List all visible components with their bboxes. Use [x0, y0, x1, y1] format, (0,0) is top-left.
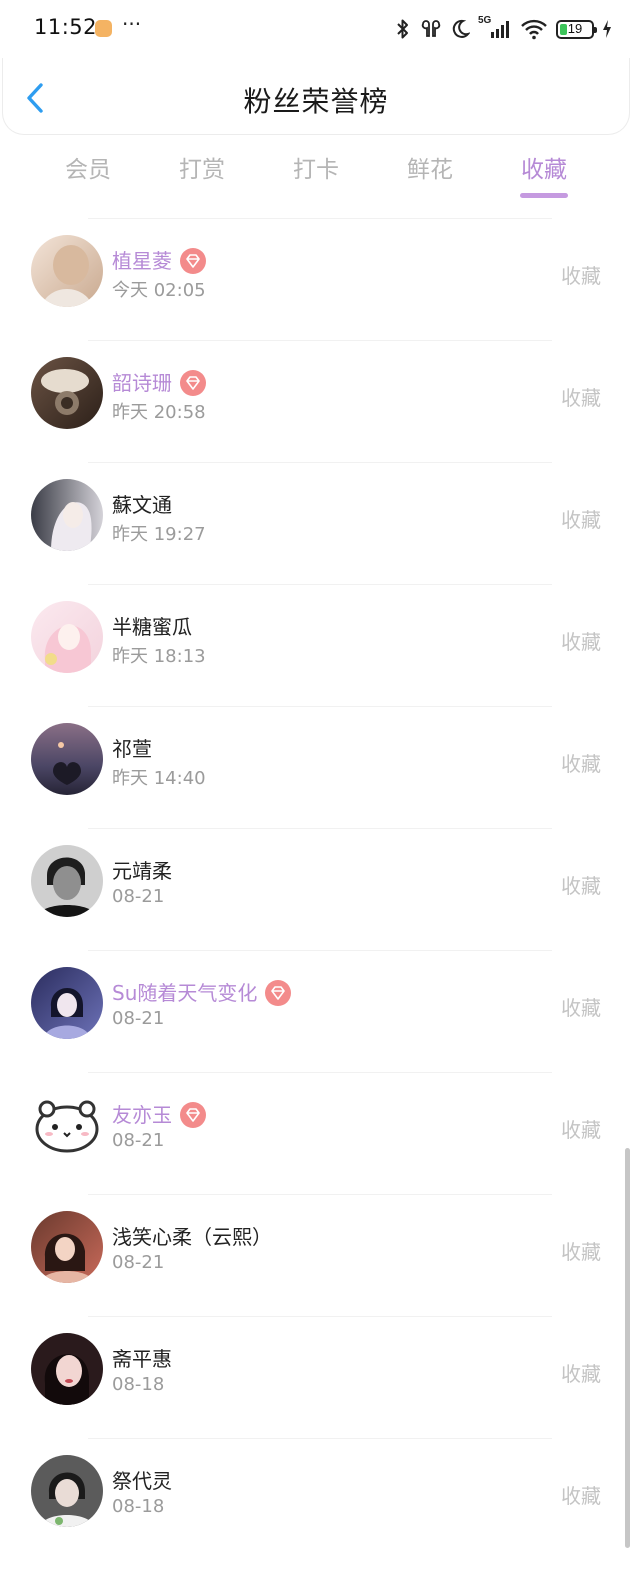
charging-icon — [603, 20, 611, 38]
list-item[interactable]: 浅笑心柔（云熙） 08-21 收藏 — [0, 1194, 640, 1316]
list-item[interactable]: 植星菱 今天 02:05 收藏 — [0, 218, 640, 340]
favorite-label: 收藏 — [561, 1240, 601, 1264]
favorite-label: 收藏 — [561, 264, 601, 288]
status-time: 11:52 — [34, 15, 98, 39]
list-item[interactable]: 蘇文通 昨天 19:27 收藏 — [0, 462, 640, 584]
favorite-time: 08-21 — [112, 1252, 165, 1273]
bluetooth-icon — [397, 19, 408, 39]
avatar[interactable] — [31, 723, 103, 795]
list-item[interactable]: Su随着天气变化 08-21 收藏 — [0, 950, 640, 1072]
favorite-time: 昨天 20:58 — [112, 402, 206, 423]
user-name[interactable]: 半糖蜜瓜 — [112, 611, 192, 640]
favorite-label: 收藏 — [561, 508, 601, 532]
fan-list: 植星菱 今天 02:05 收藏 韶诗珊 昨天 20:58 收藏 蘇文通 昨天 1… — [0, 218, 640, 1560]
user-name[interactable]: Su随着天气变化 — [112, 977, 292, 1006]
moon-icon — [452, 19, 470, 38]
active-tab-indicator — [520, 193, 568, 198]
signal-icon: 5G — [478, 15, 512, 40]
list-item[interactable]: 半糖蜜瓜 昨天 18:13 收藏 — [0, 584, 640, 706]
avatar[interactable] — [31, 1333, 103, 1405]
user-name[interactable]: 元靖柔 — [112, 855, 172, 884]
list-item[interactable]: 元靖柔 08-21 收藏 — [0, 828, 640, 950]
favorite-time: 今天 02:05 — [112, 280, 206, 301]
navigation-bar: 粉丝荣誉榜 — [2, 58, 630, 135]
favorite-time: 08-21 — [112, 1008, 165, 1029]
wifi-icon — [521, 19, 547, 40]
tab-favorites[interactable]: 收藏 — [494, 150, 594, 198]
vip-diamond-icon — [180, 247, 206, 274]
favorite-label: 收藏 — [561, 996, 601, 1020]
user-name[interactable]: 蘇文通 — [112, 489, 172, 518]
vip-diamond-icon — [180, 369, 206, 396]
tab-favorites-label: 收藏 — [521, 157, 567, 183]
favorite-time: 08-18 — [112, 1374, 165, 1395]
favorite-time: 昨天 14:40 — [112, 768, 206, 789]
tab-checkin[interactable]: 打卡 — [266, 150, 366, 184]
avatar[interactable] — [31, 845, 103, 917]
status-bar: 11:52 ··· 5G 19 — [0, 0, 640, 58]
avatar[interactable] — [31, 357, 103, 429]
avatar[interactable] — [31, 1455, 103, 1527]
list-item[interactable]: 斋平惠 08-18 收藏 — [0, 1316, 640, 1438]
earbuds-icon — [421, 20, 441, 37]
user-name[interactable]: 浅笑心柔（云熙） — [112, 1221, 272, 1250]
list-item[interactable]: 祁萱 昨天 14:40 收藏 — [0, 706, 640, 828]
tab-tip[interactable]: 打赏 — [152, 150, 252, 184]
avatar[interactable] — [31, 235, 103, 307]
list-item[interactable]: 韶诗珊 昨天 20:58 收藏 — [0, 340, 640, 462]
avatar[interactable] — [31, 967, 103, 1039]
favorite-label: 收藏 — [561, 630, 601, 654]
user-name[interactable]: 祭代灵 — [112, 1465, 172, 1494]
page-title: 粉丝荣誉榜 — [243, 85, 389, 118]
avatar[interactable] — [31, 479, 103, 551]
favorite-label: 收藏 — [561, 874, 601, 898]
user-name[interactable]: 友亦玉 — [112, 1099, 206, 1128]
list-item[interactable]: 友亦玉 08-21 收藏 — [0, 1072, 640, 1194]
scrollbar[interactable] — [625, 1148, 630, 1548]
favorite-label: 收藏 — [561, 1362, 601, 1386]
favorite-time: 08-18 — [112, 1496, 165, 1517]
vip-diamond-icon — [180, 1101, 206, 1128]
more-notifications-indicator: ··· — [122, 12, 142, 36]
tab-flowers[interactable]: 鲜花 — [380, 150, 480, 184]
favorite-time: 昨天 18:13 — [112, 646, 206, 667]
user-name[interactable]: 韶诗珊 — [112, 367, 206, 396]
favorite-label: 收藏 — [561, 1118, 601, 1142]
favorite-time: 08-21 — [112, 886, 165, 907]
avatar[interactable] — [31, 601, 103, 673]
list-item[interactable]: 祭代灵 08-18 收藏 — [0, 1438, 640, 1560]
favorite-label: 收藏 — [561, 752, 601, 776]
user-name[interactable]: 植星菱 — [112, 245, 206, 274]
user-name[interactable]: 斋平惠 — [112, 1343, 172, 1372]
favorite-label: 收藏 — [561, 386, 601, 410]
status-icons: 5G 19 — [394, 15, 612, 41]
avatar[interactable] — [31, 1211, 103, 1283]
vip-diamond-icon — [265, 979, 292, 1006]
user-name[interactable]: 祁萱 — [112, 733, 152, 762]
favorite-label: 收藏 — [561, 1484, 601, 1508]
app-notification-icon — [95, 20, 112, 37]
battery-icon: 19 — [556, 19, 597, 39]
tab-member[interactable]: 会员 — [38, 150, 138, 184]
avatar[interactable] — [31, 1089, 103, 1161]
favorite-time: 昨天 19:27 — [112, 524, 206, 545]
tab-bar: 会员 打赏 打卡 鲜花 收藏 — [30, 150, 600, 202]
battery-level: 19 — [567, 20, 583, 36]
favorite-time: 08-21 — [112, 1130, 165, 1151]
